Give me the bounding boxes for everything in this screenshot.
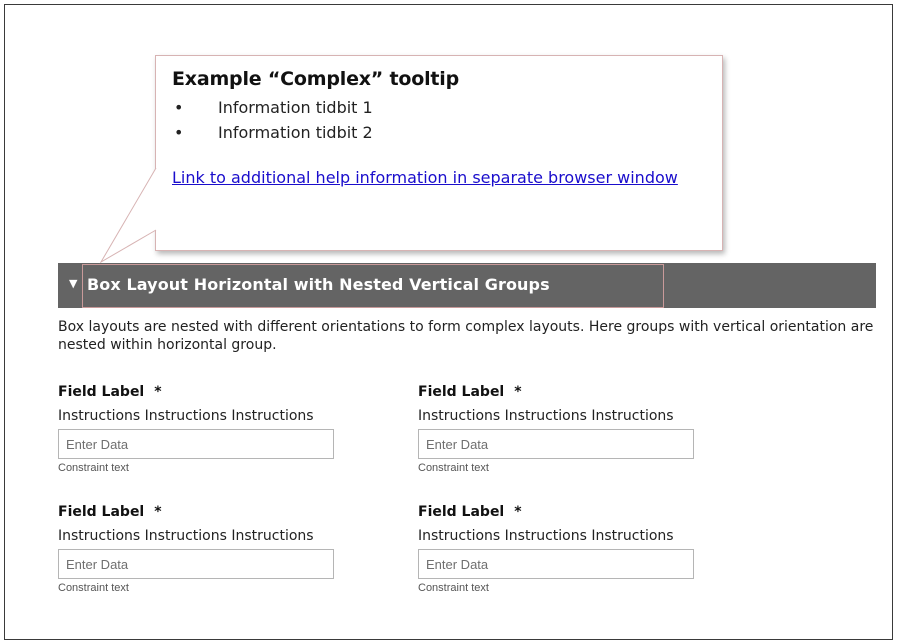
tooltip-item-text: Information tidbit 2 xyxy=(218,123,373,142)
form-field: Field Label * Instructions Instructions I… xyxy=(58,383,398,475)
form-field: Field Label * Instructions Instructions I… xyxy=(418,503,758,595)
section-description: Box layouts are nested with different or… xyxy=(58,319,874,353)
data-input[interactable] xyxy=(418,429,694,459)
data-input[interactable] xyxy=(58,429,334,459)
collapse-triangle-icon: ▼ xyxy=(69,277,78,290)
field-label: Field Label * xyxy=(418,383,758,401)
field-label: Field Label * xyxy=(58,383,398,401)
field-instructions: Instructions Instructions Instructions xyxy=(418,528,674,544)
form-field: Field Label * Instructions Instructions I… xyxy=(58,503,398,595)
field-instructions: Instructions Instructions Instructions xyxy=(58,528,314,544)
bullet-icon: • xyxy=(174,123,184,142)
constraint-text: Constraint text xyxy=(418,582,489,594)
list-item: • Information tidbit 1 xyxy=(172,95,706,120)
field-label-text: Field Label xyxy=(418,504,505,520)
field-label-text: Field Label xyxy=(58,504,145,520)
constraint-text: Constraint text xyxy=(58,462,129,474)
required-marker: * xyxy=(514,504,522,520)
tooltip-list: • Information tidbit 1 • Information tid… xyxy=(172,95,706,145)
field-instructions: Instructions Instructions Instructions xyxy=(58,408,314,424)
constraint-text: Constraint text xyxy=(58,582,129,594)
form-field: Field Label * Instructions Instructions I… xyxy=(418,383,758,475)
field-label-text: Field Label xyxy=(58,384,145,400)
additional-help-link[interactable]: Link to additional help information in s… xyxy=(172,166,712,190)
bullet-icon: • xyxy=(174,98,184,117)
required-marker: * xyxy=(514,384,522,400)
tooltip-title: Example “Complex” tooltip xyxy=(172,68,460,90)
list-item: • Information tidbit 2 xyxy=(172,120,706,145)
data-input[interactable] xyxy=(418,549,694,579)
field-label: Field Label * xyxy=(58,503,398,521)
section-title: Box Layout Horizontal with Nested Vertic… xyxy=(87,275,550,294)
field-label: Field Label * xyxy=(418,503,758,521)
field-label-text: Field Label xyxy=(418,384,505,400)
field-instructions: Instructions Instructions Instructions xyxy=(418,408,674,424)
section-header-toggle[interactable]: ▼ Box Layout Horizontal with Nested Vert… xyxy=(58,263,876,308)
constraint-text: Constraint text xyxy=(418,462,489,474)
data-input[interactable] xyxy=(58,549,334,579)
required-marker: * xyxy=(154,504,162,520)
complex-tooltip: Example “Complex” tooltip • Information … xyxy=(155,55,723,251)
required-marker: * xyxy=(154,384,162,400)
tooltip-item-text: Information tidbit 1 xyxy=(218,98,373,117)
